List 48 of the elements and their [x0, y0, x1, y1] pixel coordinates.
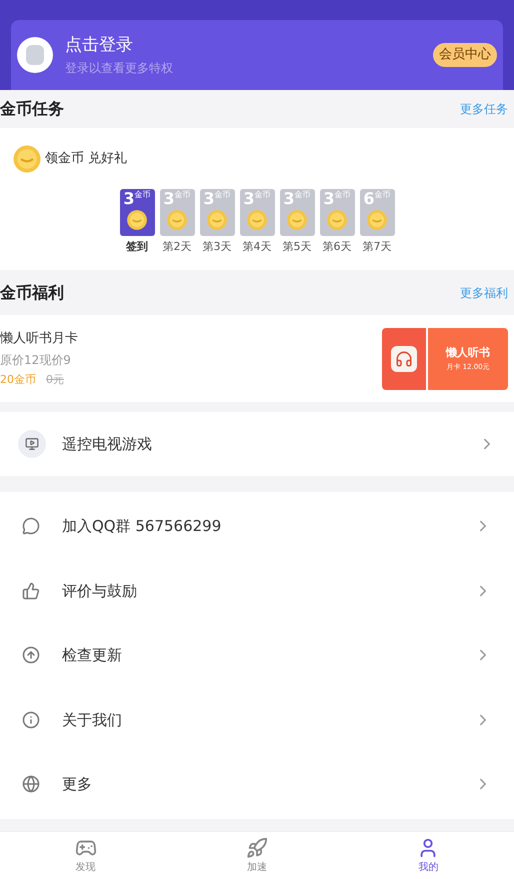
coin-unit: 金币 — [374, 189, 391, 201]
day-label: 第4天 — [242, 239, 272, 255]
day-label: 第3天 — [202, 239, 232, 255]
tab[interactable]: 发现 — [0, 832, 172, 879]
section-title: 金币福利 — [0, 282, 64, 304]
tab[interactable]: 我的 — [342, 832, 514, 879]
coin-unit: 金币 — [214, 189, 231, 201]
coin-unit: 金币 — [254, 189, 271, 201]
member-center-button[interactable]: 会员中心 — [433, 43, 497, 67]
login-subtitle: 登录以查看更多特权 — [65, 60, 174, 77]
menu-item[interactable]: 加入QQ群 567566299 — [0, 494, 514, 558]
tab[interactable]: 加速 — [171, 832, 343, 879]
coin-amount: 6 — [363, 189, 375, 209]
menu-label: 更多 — [62, 774, 93, 795]
slogan-text: 领金币 兑好礼 — [45, 150, 128, 168]
menu-label: 关于我们 — [62, 710, 123, 730]
coin-unit: 金币 — [134, 189, 151, 201]
old-price: 0元 — [46, 372, 64, 388]
day-label: 第7天 — [362, 239, 392, 255]
coin-unit: 金币 — [294, 189, 311, 201]
day-label: 第2天 — [162, 239, 192, 255]
menu-item[interactable]: 评价与鼓励 — [0, 558, 514, 623]
coin-amount: 3 — [203, 189, 215, 209]
product-name: 懒人听书月卡 — [0, 330, 78, 348]
coin-amount: 3 — [283, 189, 295, 209]
day-label: 第6天 — [322, 239, 352, 255]
menu-item[interactable]: 检查更新 — [0, 623, 514, 688]
day-label: 第5天 — [282, 239, 312, 255]
coin-amount: 3 — [163, 189, 175, 209]
coin-price: 20金币 — [0, 372, 36, 388]
coin-unit: 金币 — [174, 189, 191, 201]
menu-label: 加入QQ群 567566299 — [62, 516, 222, 537]
section-title: 金币任务 — [0, 98, 64, 120]
menu-label: 检查更新 — [62, 645, 123, 666]
coin-amount: 3 — [123, 189, 135, 209]
coin-unit: 金币 — [334, 189, 351, 201]
login-title: 点击登录 — [65, 34, 134, 58]
price-note: 原价12现价9 — [0, 352, 72, 369]
menu-label: 评价与鼓励 — [62, 580, 138, 602]
ticket-title: 懒人听书 — [446, 345, 490, 361]
coin-amount: 3 — [243, 189, 255, 209]
login-card[interactable]: 点击登录 登录以查看更多特权 会员中心 — [11, 20, 503, 90]
menu-label: 遥控电视游戏 — [62, 434, 153, 455]
coin-amount: 3 — [323, 189, 335, 209]
remote-item[interactable]: 遥控电视游戏 — [0, 412, 514, 476]
menu-item[interactable]: 更多 — [0, 752, 514, 816]
day-label: 签到 — [126, 239, 148, 255]
menu-item[interactable]: 关于我们 — [0, 688, 514, 752]
